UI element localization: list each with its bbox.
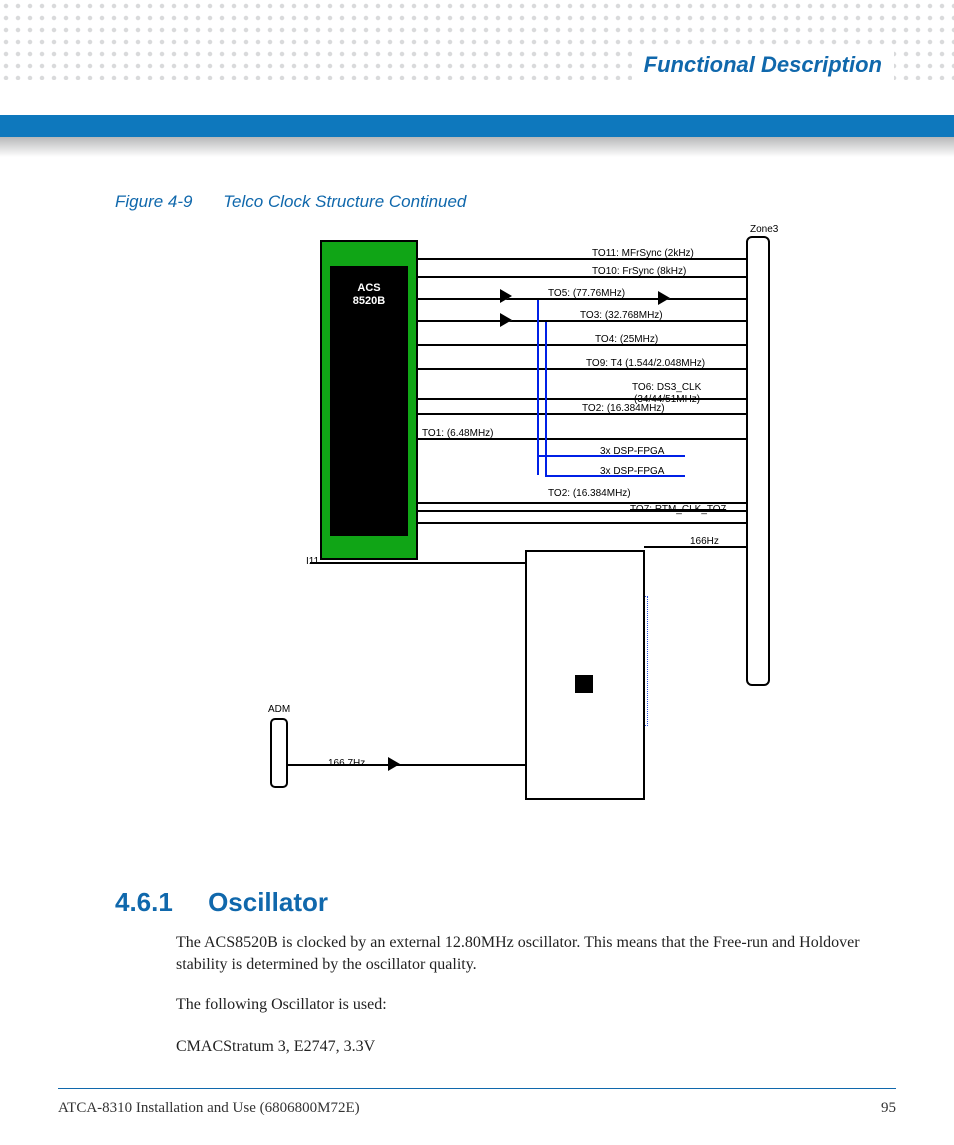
- section-number: 4.6.1: [115, 887, 173, 917]
- label-dsp2: 3x DSP-FPGA: [600, 466, 664, 477]
- label-to11: TO11: MFrSync (2kHz): [592, 248, 694, 259]
- line-to10: [418, 276, 748, 278]
- label-to10: TO10: FrSync (8kHz): [592, 266, 686, 277]
- page-number: 95: [881, 1100, 896, 1117]
- chip-label: ACS 8520B: [338, 282, 400, 308]
- section-heading: 4.6.1 Oscillator: [115, 887, 328, 918]
- figure-title: Telco Clock Structure Continued: [223, 192, 466, 211]
- line-raw1: [418, 522, 748, 524]
- diagram: ACS 8520B Zone3 TO11: MFrSync (2kHz) TO1…: [250, 230, 810, 820]
- paragraph: The ACS8520B is clocked by an external 1…: [176, 932, 892, 976]
- footer-rule: [58, 1088, 896, 1089]
- header-bar: [0, 115, 954, 137]
- paragraph: The following Oscillator is used:: [176, 994, 892, 1016]
- label-zone3: Zone3: [750, 224, 778, 235]
- label-166hz: 166Hz: [690, 536, 719, 547]
- buffer-icon: [502, 314, 512, 326]
- label-to7: TO7: RTM_CLK_TO7: [630, 504, 726, 515]
- label-to5: TO5: (77.76MHz): [548, 288, 625, 299]
- label-to3: TO3: (32.768MHz): [580, 310, 663, 321]
- line-to11: [418, 258, 748, 260]
- label-to2a: TO2: (16.384MHz): [582, 403, 665, 414]
- line-i11: [310, 562, 526, 564]
- paragraph: CMACStratum 3, E2747, 3.3V: [176, 1036, 892, 1058]
- zone3-block: [746, 236, 770, 686]
- label-to6a: TO6: DS3_CLK: [632, 382, 701, 393]
- label-166-7hz: 166.7Hz: [328, 758, 365, 769]
- small-black-box: [575, 675, 593, 693]
- label-to2b: TO2: (16.384MHz): [548, 488, 631, 499]
- blue-v2: [545, 322, 547, 475]
- figure-label: Figure 4-9: [115, 192, 192, 211]
- buffer-icon: [660, 292, 670, 304]
- section-title: Oscillator: [208, 887, 328, 917]
- line-to4: [418, 344, 748, 346]
- footer-doc: ATCA-8310 Installation and Use (6806800M…: [58, 1100, 360, 1117]
- line-adm: [288, 764, 526, 766]
- adm-block: [270, 718, 288, 788]
- figure-caption: Figure 4-9 Telco Clock Structure Continu…: [115, 192, 466, 212]
- label-to9: TO9: T4 (1.544/2.048MHz): [586, 358, 705, 369]
- blue-v1: [537, 300, 539, 475]
- chapter-title: Functional Description: [632, 48, 894, 82]
- label-to1: TO1: (6.48MHz): [422, 428, 494, 439]
- label-adm: ADM: [268, 704, 290, 715]
- label-to4: TO4: (25MHz): [595, 334, 658, 345]
- label-dsp1: 3x DSP-FPGA: [600, 446, 664, 457]
- buffer-icon: [502, 290, 512, 302]
- header-shadow: [0, 137, 954, 157]
- label-i11: I11: [306, 556, 319, 567]
